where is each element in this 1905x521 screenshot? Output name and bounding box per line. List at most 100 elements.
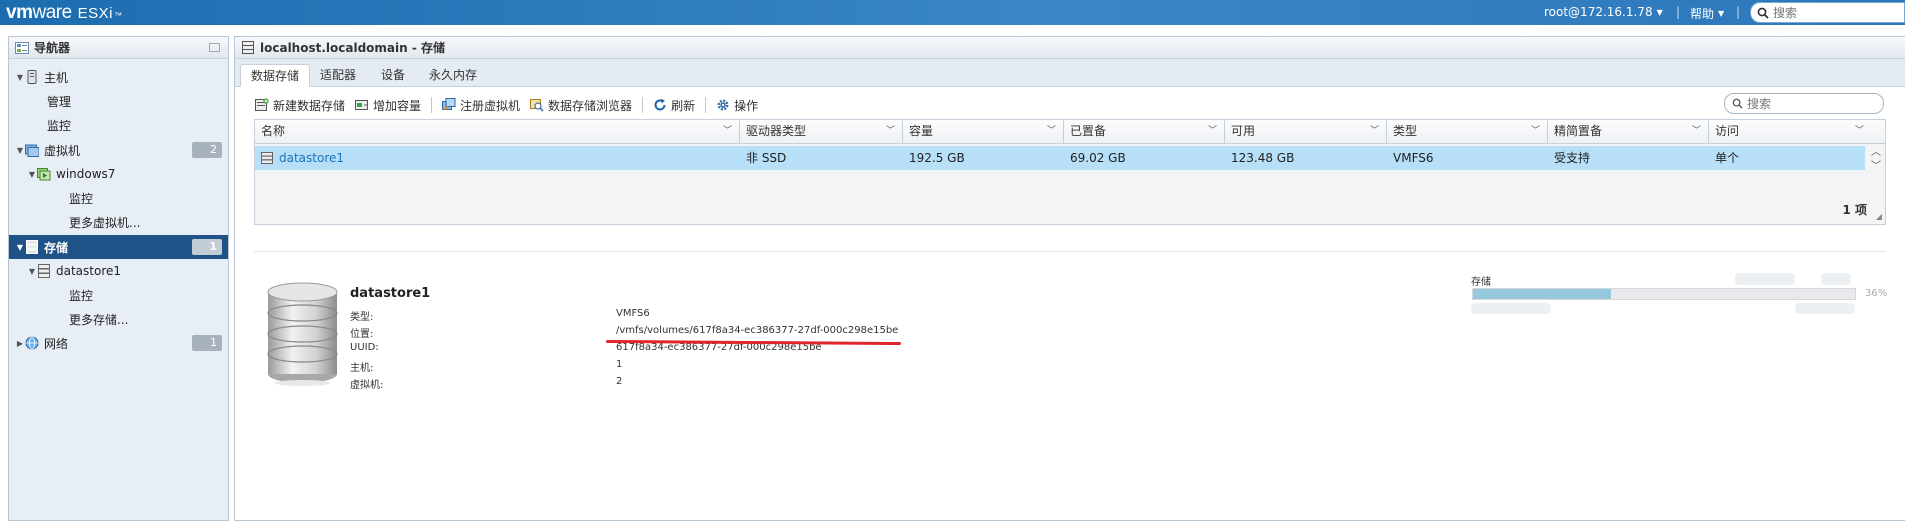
- column-label: 名称: [261, 124, 286, 138]
- register-vm-button[interactable]: 注册虚拟机: [442, 97, 520, 114]
- nav-item-vm-monitor[interactable]: 监控: [9, 186, 228, 210]
- nav-item-host-monitor[interactable]: 监控: [9, 113, 228, 137]
- field-label-type: 类型:: [350, 312, 374, 323]
- nav-label: 监控: [69, 288, 94, 303]
- chevron-down-icon[interactable]: ﹀: [1047, 120, 1056, 143]
- redacted-region: [1735, 273, 1795, 285]
- datastore-name-cell[interactable]: datastore1: [255, 146, 344, 170]
- chevron-down-icon[interactable]: ﹀: [886, 120, 895, 143]
- resize-grip-icon[interactable]: ◢: [1876, 212, 1882, 221]
- nav-item-datastore1[interactable]: ▼ datastore1: [9, 259, 228, 283]
- top-search-input[interactable]: [1773, 5, 1893, 20]
- user-label: root@172.16.1.78: [1544, 5, 1653, 19]
- redacted-region: [1821, 273, 1851, 285]
- nav-item-vm-windows7[interactable]: ▼ windows7: [9, 162, 228, 186]
- field-value-hosts: 1: [616, 359, 623, 370]
- storage-usage-percent: 36%: [1865, 288, 1888, 299]
- chevron-down-icon[interactable]: ﹀: [1208, 120, 1217, 143]
- increase-capacity-label: 增加容量: [373, 98, 422, 113]
- column-label: 精简置备: [1554, 124, 1603, 138]
- main-panel: localhost.localdomain - 存储 数据存储 适配器 设备 永…: [234, 36, 1905, 521]
- top-search-box[interactable]: [1750, 2, 1905, 23]
- redacted-region: [1795, 303, 1855, 314]
- chevron-down-icon: ▼: [1718, 9, 1725, 18]
- nav-item-host-manage[interactable]: 管理: [9, 89, 228, 113]
- nav-item-more-storage[interactable]: 更多存储...: [9, 307, 228, 331]
- column-header-access[interactable]: 访问 ﹀: [1709, 120, 1871, 144]
- column-label: 可用: [1231, 124, 1256, 138]
- column-label: 容量: [909, 124, 934, 138]
- expand-icon[interactable]: ▼: [15, 243, 25, 252]
- column-header-capacity[interactable]: 容量 ﹀: [903, 120, 1064, 144]
- storage-usage-label: 存储: [1471, 277, 1491, 288]
- actions-button[interactable]: 操作: [716, 97, 758, 114]
- nav-label: 虚拟机: [44, 143, 81, 158]
- refresh-button[interactable]: 刷新: [653, 97, 695, 114]
- chevron-down-icon[interactable]: ﹀: [1692, 120, 1701, 143]
- chevron-down-icon[interactable]: ﹀: [1370, 120, 1379, 143]
- user-menu[interactable]: root@172.16.1.78 ▼: [1544, 5, 1663, 19]
- collapse-icon[interactable]: [209, 43, 220, 52]
- nav-item-ds-monitor[interactable]: 监控: [9, 283, 228, 307]
- column-header-type[interactable]: 类型 ﹀: [1387, 120, 1548, 144]
- chevron-down-icon[interactable]: ﹀: [723, 120, 732, 143]
- tab-adapters[interactable]: 适配器: [310, 64, 366, 87]
- vm-powered-on-icon: [37, 168, 51, 181]
- free-cell: 123.48 GB: [1231, 151, 1295, 165]
- network-globe-icon: [25, 336, 39, 350]
- column-header-thin-provisioning[interactable]: 精简置备 ﹀: [1548, 120, 1709, 144]
- datastores-table: 名称 ﹀ 驱动器类型 ﹀ 容量 ﹀ 已置备 ﹀ 可用 ﹀ 类型 ﹀ 精简置备 ﹀ 访问 ﹀ da…: [254, 119, 1886, 225]
- chevron-down-icon[interactable]: ﹀: [1531, 120, 1540, 143]
- datastore-link[interactable]: datastore1: [279, 146, 344, 170]
- scroll-up-icon[interactable]: ︿: [1869, 146, 1883, 160]
- datastore-browser-button[interactable]: 数据存储浏览器: [530, 97, 632, 114]
- tab-devices[interactable]: 设备: [371, 64, 415, 87]
- expand-icon[interactable]: ▼: [15, 73, 25, 82]
- datastore-icon: [38, 264, 50, 278]
- expand-icon[interactable]: ▼: [27, 170, 37, 179]
- grid-search-box[interactable]: [1724, 93, 1884, 114]
- field-label-uuid: UUID:: [350, 342, 379, 353]
- tab-datastores[interactable]: 数据存储: [240, 64, 311, 87]
- increase-capacity-button[interactable]: 增加容量: [355, 97, 421, 114]
- chevron-down-icon[interactable]: ﹀: [1855, 120, 1864, 143]
- gear-icon: [717, 99, 729, 111]
- top-bar: vmware ESXi ™ root@172.16.1.78 ▼ | 帮助 ▼ |: [0, 0, 1905, 25]
- nav-item-storage[interactable]: ▼ 存储 1: [9, 235, 228, 259]
- tab-bar: 数据存储 适配器 设备 永久内存: [235, 59, 1905, 87]
- nav-label: windows7: [56, 167, 116, 181]
- column-header-drive-type[interactable]: 驱动器类型 ﹀: [740, 120, 903, 144]
- vm-count-badge: 2: [192, 142, 222, 158]
- table-row[interactable]: datastore1 非 SSD 192.5 GB 69.02 GB 123.4…: [255, 146, 1865, 170]
- field-label-hosts: 主机:: [350, 363, 374, 374]
- network-count-badge: 1: [192, 335, 222, 351]
- datastore-large-icon: [267, 282, 338, 386]
- column-header-provisioned[interactable]: 已置备 ﹀: [1064, 120, 1225, 144]
- new-datastore-button[interactable]: 新建数据存储: [255, 97, 345, 114]
- item-count: 1 项: [1842, 203, 1867, 217]
- navigator-title: 导航器: [34, 41, 71, 55]
- expand-icon[interactable]: ▼: [15, 146, 25, 155]
- column-label: 类型: [1393, 124, 1418, 138]
- column-header-free[interactable]: 可用 ﹀: [1225, 120, 1387, 144]
- new-datastore-icon: [255, 98, 269, 111]
- storage-icon: [242, 41, 254, 54]
- nav-item-network[interactable]: ▶ 网络 1: [9, 331, 228, 355]
- nav-label: 更多存储...: [69, 312, 129, 327]
- nav-item-vms[interactable]: ▼ 虚拟机 2: [9, 138, 228, 162]
- help-menu[interactable]: 帮助 ▼: [1690, 5, 1724, 22]
- table-scrollbar[interactable]: ︿ ﹀: [1869, 146, 1883, 174]
- column-header-name[interactable]: 名称 ﹀: [255, 120, 740, 144]
- drive-type-cell: 非 SSD: [746, 151, 787, 165]
- nav-label: 主机: [44, 70, 69, 85]
- expand-icon[interactable]: ▼: [27, 267, 37, 276]
- scroll-down-icon[interactable]: ﹀: [1869, 160, 1883, 174]
- expand-icon[interactable]: ▶: [15, 339, 25, 348]
- tab-persistent-memory[interactable]: 永久内存: [419, 64, 487, 87]
- nav-item-host[interactable]: ▼ 主机: [9, 65, 228, 89]
- grid-search-input[interactable]: [1747, 96, 1867, 111]
- nav-item-more-vms[interactable]: 更多虚拟机...: [9, 210, 228, 234]
- provisioned-cell: 69.02 GB: [1070, 151, 1126, 165]
- chevron-down-icon: ▼: [1656, 7, 1663, 17]
- register-vm-icon: [442, 98, 456, 111]
